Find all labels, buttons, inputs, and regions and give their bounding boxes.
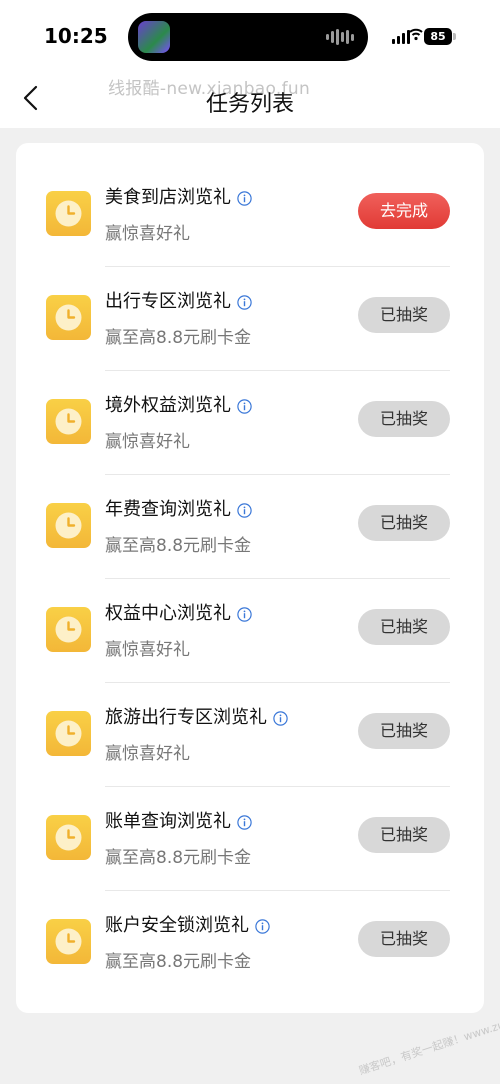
task-subtitle: 赢至高8.8元刷卡金 [105, 536, 252, 556]
clock-icon [46, 919, 91, 964]
info-icon[interactable] [237, 398, 252, 414]
task-row: 出行专区浏览礼赢至高8.8元刷卡金 已抽奖 [16, 267, 484, 371]
task-title: 美食到店浏览礼 [105, 183, 252, 209]
audio-wave-icon [326, 28, 354, 46]
task-title: 账户安全锁浏览礼 [105, 911, 270, 937]
info-icon[interactable] [237, 814, 252, 830]
task-title-text: 美食到店浏览礼 [105, 187, 231, 208]
task-subtitle: 赢惊喜好礼 [105, 744, 190, 764]
task-row: 境外权益浏览礼 赢惊喜好礼 已抽奖 [16, 371, 484, 475]
drawn-status-button[interactable]: 已抽奖 [358, 921, 450, 957]
battery-tip [453, 33, 456, 40]
info-icon[interactable] [237, 294, 252, 310]
task-title-text: 账户安全锁浏览礼 [105, 915, 249, 936]
info-icon[interactable] [237, 606, 252, 622]
clock-icon [46, 607, 91, 652]
task-row: 年费查询浏览礼赢至高8.8元刷卡金 已抽奖 [16, 475, 484, 579]
dynamic-island [128, 13, 368, 61]
task-title: 账单查询浏览礼 [105, 807, 252, 833]
task-subtitle: 赢至高8.8元刷卡金 [105, 952, 252, 972]
drawn-status-button[interactable]: 已抽奖 [358, 505, 450, 541]
drawn-status-button[interactable]: 已抽奖 [358, 297, 450, 333]
task-subtitle: 赢惊喜好礼 [105, 640, 190, 660]
task-title-text: 账单查询浏览礼 [105, 811, 231, 832]
task-title-text: 年费查询浏览礼 [105, 499, 231, 520]
battery-icon: 85 [424, 28, 452, 45]
clock-icon [46, 815, 91, 860]
info-icon[interactable] [255, 918, 270, 934]
info-icon[interactable] [237, 502, 252, 518]
task-row: 美食到店浏览礼 赢惊喜好礼 去完成 [16, 163, 484, 267]
task-title-text: 权益中心浏览礼 [105, 603, 231, 624]
drawn-status-button[interactable]: 已抽奖 [358, 713, 450, 749]
task-title: 权益中心浏览礼 [105, 599, 252, 625]
clock-icon [46, 295, 91, 340]
task-title: 境外权益浏览礼 [105, 391, 252, 417]
complete-task-button[interactable]: 去完成 [358, 193, 450, 229]
task-list: 美食到店浏览礼 赢惊喜好礼 去完成 出行专区浏览礼 赢至高8.8元刷卡金 已抽奖 境外权益浏… [16, 143, 484, 1013]
nav-bar: 线报酷-new.xianbao.fun 任务列表 [0, 70, 500, 128]
task-title-text: 出行专区浏览礼 [105, 291, 231, 312]
drawn-status-button[interactable]: 已抽奖 [358, 817, 450, 853]
clock-icon [46, 711, 91, 756]
info-icon[interactable] [237, 190, 252, 206]
task-subtitle: 赢惊喜好礼 [105, 432, 190, 452]
task-title-text: 旅游出行专区浏览礼 [105, 707, 267, 728]
drawn-status-button[interactable]: 已抽奖 [358, 609, 450, 645]
info-icon[interactable] [273, 710, 288, 726]
status-time: 10:25 [44, 24, 108, 48]
task-subtitle: 赢至高8.8元刷卡金 [105, 848, 252, 868]
drawn-status-button[interactable]: 已抽奖 [358, 401, 450, 437]
app-icon [138, 21, 170, 53]
clock-icon [46, 503, 91, 548]
task-subtitle: 赢惊喜好礼 [105, 224, 190, 244]
signal-icon [392, 30, 410, 44]
clock-icon [46, 191, 91, 236]
wifi-icon [409, 28, 423, 41]
task-subtitle: 赢至高8.8元刷卡金 [105, 328, 252, 348]
task-title: 出行专区浏览礼 [105, 287, 252, 313]
status-bar: 10:25 85 [0, 0, 500, 70]
task-row: 权益中心浏览礼 赢惊喜好礼 已抽奖 [16, 579, 484, 683]
task-row: 账单查询浏览礼赢至高8.8元刷卡金 已抽奖 [16, 787, 484, 891]
task-title: 年费查询浏览礼 [105, 495, 252, 521]
clock-icon [46, 399, 91, 444]
page-title: 任务列表 [205, 92, 294, 117]
task-title-text: 境外权益浏览礼 [105, 395, 231, 416]
task-row: 账户安全锁浏览礼 赢至高8.8元刷卡金 已抽奖 [16, 891, 484, 995]
task-row: 旅游出行专区浏览礼 赢惊喜好礼 已抽奖 [16, 683, 484, 787]
task-title: 旅游出行专区浏览礼 [105, 703, 288, 729]
